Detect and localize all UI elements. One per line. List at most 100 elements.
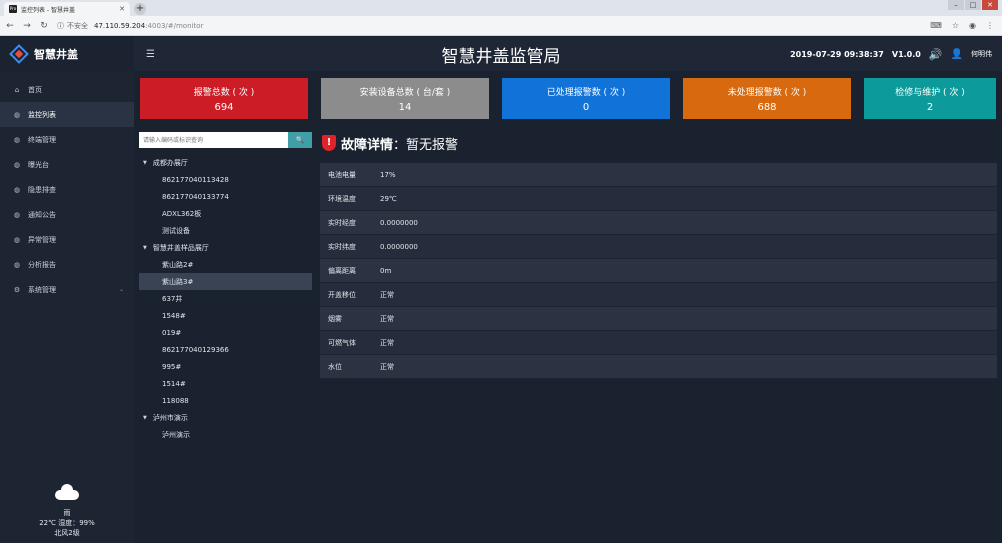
- user-name[interactable]: 何明伟: [971, 49, 992, 59]
- sidebar-item-label: 曝光台: [28, 160, 49, 169]
- menu-toggle-icon[interactable]: ☰: [146, 49, 155, 60]
- row-value: 29℃: [380, 194, 397, 203]
- card-value: 688: [757, 102, 777, 113]
- insecure-label: 不安全: [67, 21, 88, 30]
- tree-node[interactable]: 紫山路2#: [139, 256, 312, 273]
- row-key: 水位: [328, 362, 342, 371]
- tree-node[interactable]: 862177040113428: [139, 171, 312, 188]
- row-value: 0.0000000: [380, 242, 418, 251]
- detail-title-value: 暂无报警: [406, 137, 459, 153]
- row-value: 正常: [380, 362, 394, 371]
- search-input[interactable]: [139, 132, 288, 148]
- window-controls: – □ ✕: [947, 0, 998, 10]
- card-label: 报警总数 ( 次 ): [193, 88, 255, 98]
- tree-group-showroom[interactable]: ▼ 智慧井盖样品展厅: [139, 239, 312, 256]
- tree-group-luzhou[interactable]: ▼ 泸州市演示: [139, 409, 312, 426]
- tree-node[interactable]: 637井: [139, 290, 312, 307]
- info-icon: ⓘ: [57, 21, 64, 30]
- browser-tab-bar: Pro 监控列表 - 智慧井盖 ✕ + – □ ✕: [0, 0, 1002, 16]
- card-installed-devices[interactable]: 安装设备总数 ( 台/套 ) 14: [321, 78, 489, 119]
- version: V1.0.0: [891, 49, 921, 59]
- row-key: 实时经度: [328, 218, 356, 227]
- weather-widget: 雨 22℃ 湿度：99% 北风2级: [0, 484, 134, 538]
- logo[interactable]: 智慧井盖: [0, 37, 134, 71]
- tree-node[interactable]: ADXL362板: [139, 205, 312, 222]
- card-total-alarms[interactable]: 报警总数 ( 次 ) 694: [140, 78, 308, 119]
- tree-node-selected[interactable]: 紫山路3#: [139, 273, 312, 290]
- table-row: 偏离距离 0m: [320, 259, 997, 283]
- monitor-icon: ◍: [13, 110, 21, 119]
- table-row: 开盖移位 正常: [320, 283, 997, 307]
- sidebar-item-home[interactable]: ⌂ 首页: [0, 77, 134, 102]
- tab-close-icon[interactable]: ✕: [119, 5, 125, 13]
- tree-node[interactable]: 118088: [139, 392, 312, 409]
- window-close-icon[interactable]: ✕: [982, 0, 998, 10]
- sidebar-item-notice[interactable]: ◍ 通知公告: [0, 202, 134, 227]
- reload-icon[interactable]: ↻: [37, 21, 51, 31]
- browser-menu-icon[interactable]: ⋮: [986, 21, 994, 30]
- alert-shield-icon: !: [322, 135, 336, 151]
- sidebar-item-monitor[interactable]: ◍ 监控列表: [0, 102, 134, 127]
- tree-node[interactable]: 1548#: [139, 307, 312, 324]
- logo-diamond-icon: [9, 44, 29, 64]
- translate-icon[interactable]: ⌨: [930, 21, 942, 30]
- weather-wind: 北风2级: [54, 529, 80, 537]
- exposure-icon: ◍: [13, 160, 21, 169]
- tree-group-chengdu[interactable]: ▼ 成都办展厅: [139, 154, 312, 171]
- back-icon[interactable]: ←: [3, 21, 17, 31]
- tree-node[interactable]: 1514#: [139, 375, 312, 392]
- caret-down-icon[interactable]: ▼: [143, 160, 147, 166]
- card-label: 检修与维护 ( 次 ): [895, 88, 965, 98]
- caret-down-icon[interactable]: ▼: [143, 245, 147, 251]
- minimize-icon[interactable]: –: [948, 0, 964, 10]
- table-row: 环境温度 29℃: [320, 187, 997, 211]
- report-icon: ◍: [13, 260, 21, 269]
- row-value: 正常: [380, 338, 394, 347]
- tree-node[interactable]: 862177040133774: [139, 188, 312, 205]
- tree-node[interactable]: 995#: [139, 358, 312, 375]
- notice-icon: ◍: [13, 210, 21, 219]
- caret-down-icon[interactable]: ▼: [143, 415, 147, 421]
- card-label: 未处理报警数 ( 次 ): [727, 88, 807, 98]
- sidebar-item-label: 监控列表: [28, 110, 56, 119]
- row-key: 实时纬度: [328, 242, 356, 251]
- tree-node[interactable]: 019#: [139, 324, 312, 341]
- card-label: 已处理报警数 ( 次 ): [546, 88, 626, 98]
- forward-icon[interactable]: →: [20, 21, 34, 31]
- maximize-icon[interactable]: □: [965, 0, 981, 10]
- speaker-icon[interactable]: 🔊: [929, 48, 943, 61]
- tree-node[interactable]: 测试设备: [139, 222, 312, 239]
- card-value: 2: [926, 102, 934, 113]
- chevron-down-icon: ⌄: [118, 286, 124, 293]
- tree-node[interactable]: 泸州演示: [139, 426, 312, 443]
- sidebar-item-exception[interactable]: ◍ 异常管理: [0, 227, 134, 252]
- detail-title-sep: ：: [393, 137, 407, 153]
- sidebar-item-report[interactable]: ◍ 分析报告: [0, 252, 134, 277]
- profile-icon[interactable]: ◉: [969, 21, 976, 30]
- card-handled-alarms[interactable]: 已处理报警数 ( 次 ) 0: [502, 78, 670, 119]
- datetime: 2019-07-29 09:38:37: [790, 49, 884, 59]
- terminal-icon: ◍: [13, 135, 21, 144]
- sidebar-item-terminal[interactable]: ◍ 终端管理: [0, 127, 134, 152]
- url-field[interactable]: ⓘ 不安全 47.110.59.204 :4003/#/monitor: [57, 19, 917, 33]
- bookmark-star-icon[interactable]: ☆: [952, 21, 959, 30]
- sidebar-item-settings[interactable]: ⚙ 系统管理 ⌄: [0, 277, 134, 302]
- sidebar-item-exposure[interactable]: ◍ 曝光台: [0, 152, 134, 177]
- tree-node[interactable]: 862177040129366: [139, 341, 312, 358]
- sidebar-item-label: 系统管理: [28, 285, 56, 294]
- user-icon[interactable]: 👤: [951, 49, 963, 60]
- card-value: 0: [582, 102, 590, 113]
- sidebar-item-hazard[interactable]: ◍ 隐患排查: [0, 177, 134, 202]
- card-maintenance[interactable]: 检修与维护 ( 次 ) 2: [864, 78, 996, 119]
- search-button[interactable]: 🔍: [288, 132, 312, 148]
- browser-tab[interactable]: Pro 监控列表 - 智慧井盖 ✕: [4, 2, 130, 16]
- sidebar-item-label: 异常管理: [28, 235, 56, 244]
- row-value: 0.0000000: [380, 218, 418, 227]
- row-value: 17%: [380, 170, 396, 179]
- device-search: 🔍: [139, 132, 312, 148]
- new-tab-icon[interactable]: +: [134, 3, 146, 15]
- card-value: 14: [398, 102, 412, 113]
- fault-detail-title: ! 故障详情 ： 暂无报警: [322, 134, 459, 153]
- device-tree: ▼ 成都办展厅 862177040113428 862177040133774 …: [139, 154, 312, 443]
- card-unhandled-alarms[interactable]: 未处理报警数 ( 次 ) 688: [683, 78, 851, 119]
